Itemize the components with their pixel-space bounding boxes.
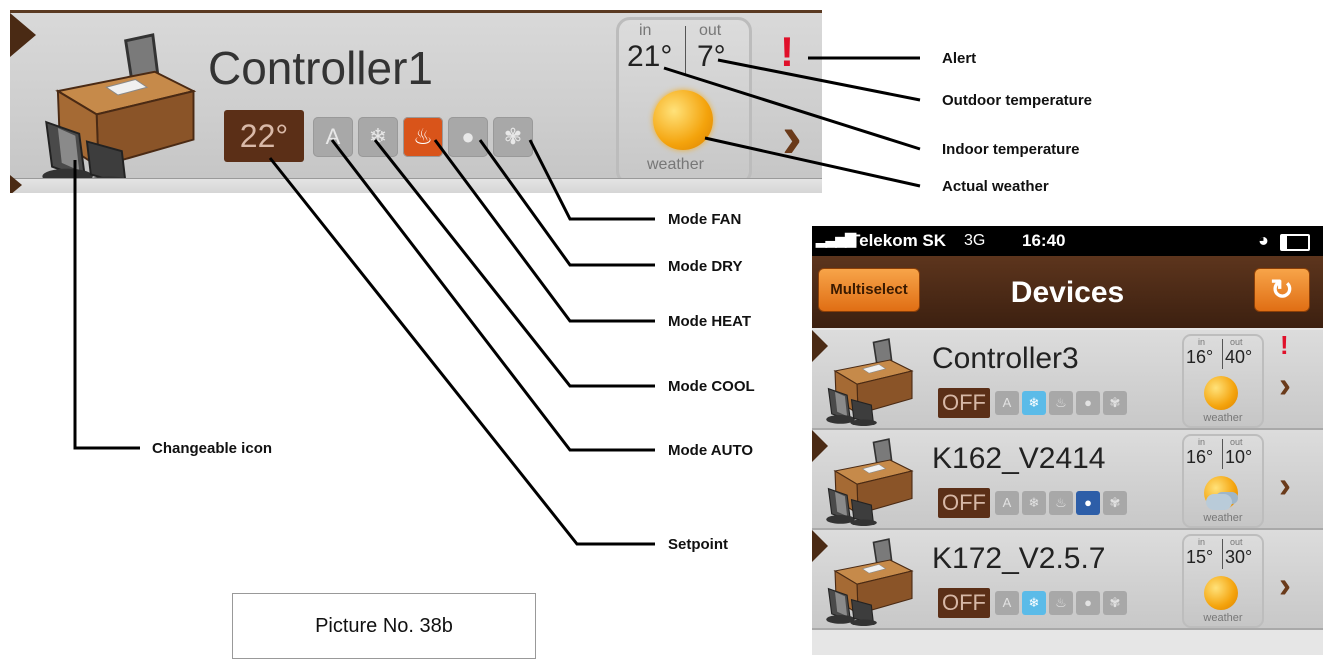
callout-alert: Alert [942,50,977,67]
device-desk-icon [818,338,918,426]
callout-mode-cool: Mode COOL [668,378,755,395]
mode-heat-icon[interactable]: ♨ [1049,391,1073,415]
device-row[interactable]: K172_V2.5.7 OFF A ❄ ♨ ● ✾ in out 15° 30°… [812,530,1323,630]
indoor-temperature: 15° [1186,547,1214,567]
mode-auto-icon[interactable]: A [995,591,1019,615]
indoor-label: in [1198,337,1206,347]
status-time: 16:40 [1022,231,1066,250]
phone-screenshot: ▂▃▅▇ Telekom SK 3G 16:40 ◕ Multiselect ↻… [812,226,1323,655]
outdoor-label: out [1230,437,1243,447]
temp-divider [1222,339,1223,369]
callout-mode-dry: Mode DRY [668,258,743,275]
battery-icon [1280,234,1310,251]
mode-cool-icon[interactable]: ❄ [1022,591,1046,615]
mode-fan-icon[interactable]: ✾ [1103,391,1127,415]
mode-cool-icon[interactable]: ❄ [1022,391,1046,415]
mode-heat-icon[interactable]: ♨ [1049,591,1073,615]
alert-icon[interactable]: ! [1280,330,1289,361]
off-button[interactable]: OFF [938,388,990,418]
off-button[interactable]: OFF [938,588,990,618]
sun-weather-icon [1204,576,1238,610]
device-row[interactable]: K162_V2414 OFF A ❄ ♨ ● ✾ in out 16° 10° … [812,430,1323,530]
weather-panel: in out 16° 10° weather [1182,434,1264,528]
network-type: 3G [964,232,986,249]
indoor-label: in [1198,437,1206,447]
status-bar: ▂▃▅▇ Telekom SK 3G 16:40 ◕ [812,226,1323,256]
device-desk-icon [818,438,918,526]
mode-auto-icon[interactable]: A [995,391,1019,415]
outdoor-label: out [1230,337,1243,347]
temp-divider [1222,439,1223,469]
callout-mode-heat: Mode HEAT [668,313,752,330]
outdoor-temperature: 30° [1225,547,1253,567]
page-title: Devices [1010,276,1125,309]
weather-label: weather [1203,412,1243,424]
outdoor-temperature: 10° [1225,447,1253,467]
mode-auto-icon[interactable]: A [995,491,1019,515]
callout-outdoor-temperature: Outdoor temperature [942,92,1093,109]
figure-caption: Picture No. 38b [232,593,536,659]
off-button[interactable]: OFF [938,488,990,518]
callout-changeable-icon: Changeable icon [152,440,273,457]
mode-dry-icon[interactable]: ● [1076,391,1100,415]
device-name: K162_V2414 [932,442,1106,475]
mode-heat-icon[interactable]: ♨ [1049,491,1073,515]
outdoor-label: out [1230,537,1243,547]
clock-icon: ◕ [1258,230,1269,250]
callout-setpoint: Setpoint [668,536,728,553]
weather-label: weather [1203,612,1243,624]
carrier-name: Telekom SK [850,231,947,250]
mode-fan-icon[interactable]: ✾ [1103,591,1127,615]
outdoor-temperature: 40° [1225,347,1253,367]
mode-dry-icon[interactable]: ● [1076,491,1100,515]
device-name: K172_V2.5.7 [932,542,1106,575]
sun-weather-icon [1204,376,1238,410]
chevron-right-icon[interactable]: › [1279,464,1291,506]
device-name: Controller3 [932,342,1079,375]
indoor-label: in [1198,537,1206,547]
indoor-temperature: 16° [1186,347,1214,367]
device-row[interactable]: Controller3 OFF A ❄ ♨ ● ✾ in out 16° 40°… [812,330,1323,430]
weather-label: weather [1203,512,1243,524]
weather-panel: in out 15° 30° weather [1182,534,1264,628]
weather-panel: in out 16° 40° weather [1182,334,1264,428]
chevron-right-icon[interactable]: › [1279,564,1291,606]
callout-mode-fan: Mode FAN [668,211,742,228]
mode-cool-icon[interactable]: ❄ [1022,491,1046,515]
callout-indoor-temperature: Indoor temperature [942,141,1080,158]
mode-dry-icon[interactable]: ● [1076,591,1100,615]
callout-mode-auto: Mode AUTO [668,442,753,459]
callout-actual-weather: Actual weather [942,178,1049,195]
chevron-right-icon[interactable]: › [1279,364,1291,406]
cloud-weather-icon [1206,494,1232,510]
temp-divider [1222,539,1223,569]
indoor-temperature: 16° [1186,447,1214,467]
mode-fan-icon[interactable]: ✾ [1103,491,1127,515]
device-desk-icon [818,538,918,626]
